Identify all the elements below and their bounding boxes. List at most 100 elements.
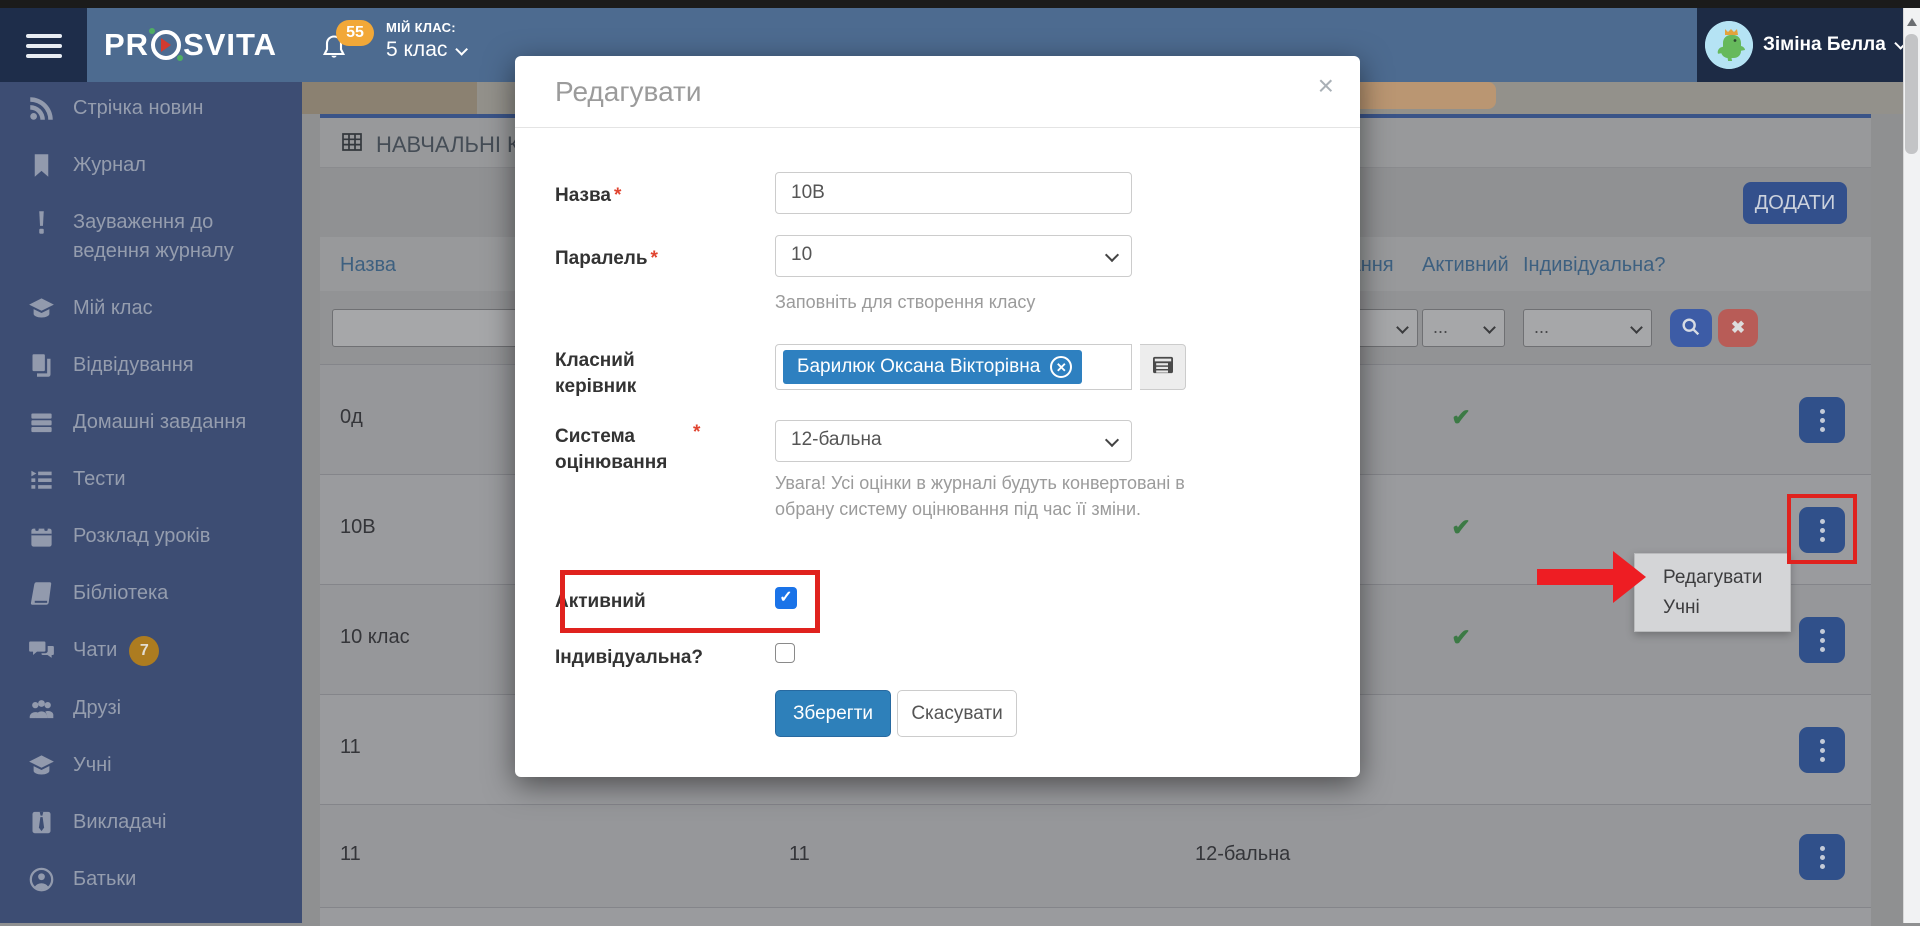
sidebar-item-label: Зауваження до ведення журналу xyxy=(73,208,288,266)
parallel-select[interactable]: 10 xyxy=(775,235,1132,277)
cell-name: 11 xyxy=(340,736,361,759)
required-asterisk: * xyxy=(693,422,700,444)
column-header-individual[interactable]: Індивідуальна? xyxy=(1523,254,1665,277)
row-context-menu: Редагувати Учні xyxy=(1634,553,1791,632)
row-actions-kebab-button[interactable] xyxy=(1799,397,1845,443)
sidebar-item-label: Учні xyxy=(73,751,112,780)
chevron-down-icon xyxy=(1105,248,1119,262)
active-check-icon: ✔ xyxy=(1445,404,1477,431)
sidebar-item-label: Бібліотека xyxy=(73,579,168,608)
cell-name: 11 xyxy=(340,843,361,866)
sidebar-item-schedule[interactable]: Розклад уроків xyxy=(28,522,302,551)
sidebar-item-tests[interactable]: Тести xyxy=(28,465,302,494)
filter-individual-select[interactable]: ... xyxy=(1523,309,1652,347)
table-grid-icon xyxy=(340,130,364,160)
user-menu[interactable]: Зіміна Белла xyxy=(1697,8,1903,82)
context-menu-item-edit[interactable]: Редагувати xyxy=(1635,563,1790,593)
tasks-icon xyxy=(28,466,55,493)
remove-teacher-icon[interactable]: ✕ xyxy=(1050,356,1072,378)
sidebar-item-attendance[interactable]: Відвідування xyxy=(28,351,302,380)
row-actions-kebab-button[interactable] xyxy=(1799,727,1845,773)
users-icon xyxy=(28,695,55,722)
sidebar-item-label: Викладачі xyxy=(73,808,167,837)
logo-play-icon xyxy=(151,30,181,60)
teacher-picker-button[interactable] xyxy=(1140,344,1186,390)
name-field-label: Назва* xyxy=(555,183,740,209)
add-button[interactable]: ДОДАТИ xyxy=(1743,182,1847,224)
cell-name: 0д xyxy=(340,406,363,429)
grading-warning: Увага! Усі оцінки в журналі будуть конве… xyxy=(775,470,1245,522)
filter-active-select[interactable]: ... xyxy=(1422,309,1505,347)
rss-icon xyxy=(28,95,55,122)
hamburger-menu-button[interactable] xyxy=(0,8,87,82)
my-class-value: 5 клас xyxy=(386,38,447,61)
book-icon xyxy=(28,580,55,607)
my-class-label: МІЙ КЛАС: xyxy=(386,20,464,35)
logo-text-post: SVITA xyxy=(183,27,277,63)
column-header-name[interactable]: Назва xyxy=(340,254,396,277)
parallel-field-label: Паралель* xyxy=(555,246,740,272)
sidebar-item-label: Стрічка новин xyxy=(73,94,203,123)
exclamation-icon xyxy=(28,209,55,236)
sidebar-item-label: Батьки xyxy=(73,865,136,894)
sidebar-item-my-class[interactable]: Мій клас xyxy=(28,294,302,323)
sidebar-item-label: Тести xyxy=(73,465,126,494)
name-input[interactable] xyxy=(775,172,1132,214)
modal-close-icon[interactable]: × xyxy=(1318,72,1334,100)
avatar xyxy=(1705,21,1753,69)
scrollbar-thumb[interactable] xyxy=(1905,34,1918,154)
calendar-icon xyxy=(28,523,55,550)
stack-icon xyxy=(28,409,55,436)
person-circle-icon xyxy=(28,866,55,893)
row-actions-kebab-button[interactable] xyxy=(1799,617,1845,663)
cell-parallel: 11 xyxy=(789,843,810,866)
prosvita-logo[interactable]: PRSVITA xyxy=(104,8,277,82)
active-field-label: Активний xyxy=(555,589,740,615)
chevron-down-icon xyxy=(1483,321,1496,334)
chevron-down-icon xyxy=(1396,321,1409,334)
edit-class-modal: Редагувати × Назва* Паралель* 10 Заповні… xyxy=(515,56,1360,777)
filter-value: ... xyxy=(1534,317,1549,337)
sidebar-item-chats[interactable]: Чати7 xyxy=(28,636,302,666)
parallel-hint: Заповніть для створення класу xyxy=(775,289,1035,315)
sidebar-item-homework[interactable]: Домашні завдання xyxy=(28,408,302,437)
table-row[interactable]: 11 11 12-бальна xyxy=(320,805,1871,908)
teacher-input[interactable]: Барилюк Оксана Вікторівна ✕ xyxy=(775,344,1132,390)
search-button[interactable] xyxy=(1670,309,1712,347)
sidebar-item-journal-remarks[interactable]: Зауваження до ведення журналу xyxy=(28,208,302,266)
sidebar-item-students[interactable]: Учні xyxy=(28,751,302,780)
chevron-down-icon xyxy=(1105,433,1119,447)
active-checkbox[interactable]: ✓ xyxy=(775,587,797,609)
individual-checkbox[interactable] xyxy=(775,643,795,663)
my-class-dropdown[interactable]: МІЙ КЛАС: 5 клас xyxy=(386,20,464,62)
graduation-cap-icon xyxy=(28,295,55,322)
parallel-select-value: 10 xyxy=(791,244,812,265)
cell-name: 10В xyxy=(340,516,376,539)
sidebar-item-journal[interactable]: Журнал xyxy=(28,151,302,180)
modal-title: Редагувати xyxy=(555,76,702,108)
cell-name: 10 клас xyxy=(340,626,410,649)
row-actions-kebab-button[interactable] xyxy=(1799,507,1845,553)
sidebar-item-news-feed[interactable]: Стрічка новин xyxy=(28,94,302,123)
sidebar-item-friends[interactable]: Друзі xyxy=(28,694,302,723)
scrollbar-up-arrow[interactable] xyxy=(1907,18,1917,26)
sidebar-item-parents[interactable]: Батьки xyxy=(28,865,302,894)
save-button[interactable]: Зберегти xyxy=(775,690,891,737)
sidebar-item-teachers[interactable]: Викладачі xyxy=(28,808,302,837)
grading-select[interactable]: 12-бальна xyxy=(775,420,1132,462)
sidebar-nav: Стрічка новин Журнал Зауваження до веден… xyxy=(0,82,302,923)
required-asterisk: * xyxy=(614,185,621,206)
pages-icon xyxy=(28,352,55,379)
table-row-partial xyxy=(320,908,1871,926)
context-menu-item-students[interactable]: Учні xyxy=(1635,593,1790,623)
row-actions-kebab-button[interactable] xyxy=(1799,834,1845,880)
sidebar-item-label: Друзі xyxy=(73,694,121,723)
chevron-down-icon xyxy=(456,43,469,56)
clear-filter-button[interactable]: ✖ xyxy=(1718,309,1758,347)
individual-field-label: Індивідуальна? xyxy=(555,645,740,671)
teacher-tag-text: Барилюк Оксана Вікторівна xyxy=(797,356,1040,378)
sidebar-item-library[interactable]: Бібліотека xyxy=(28,579,302,608)
tie-icon xyxy=(28,809,55,836)
cancel-button[interactable]: Скасувати xyxy=(897,690,1017,737)
column-header-active[interactable]: Активний xyxy=(1422,254,1509,277)
